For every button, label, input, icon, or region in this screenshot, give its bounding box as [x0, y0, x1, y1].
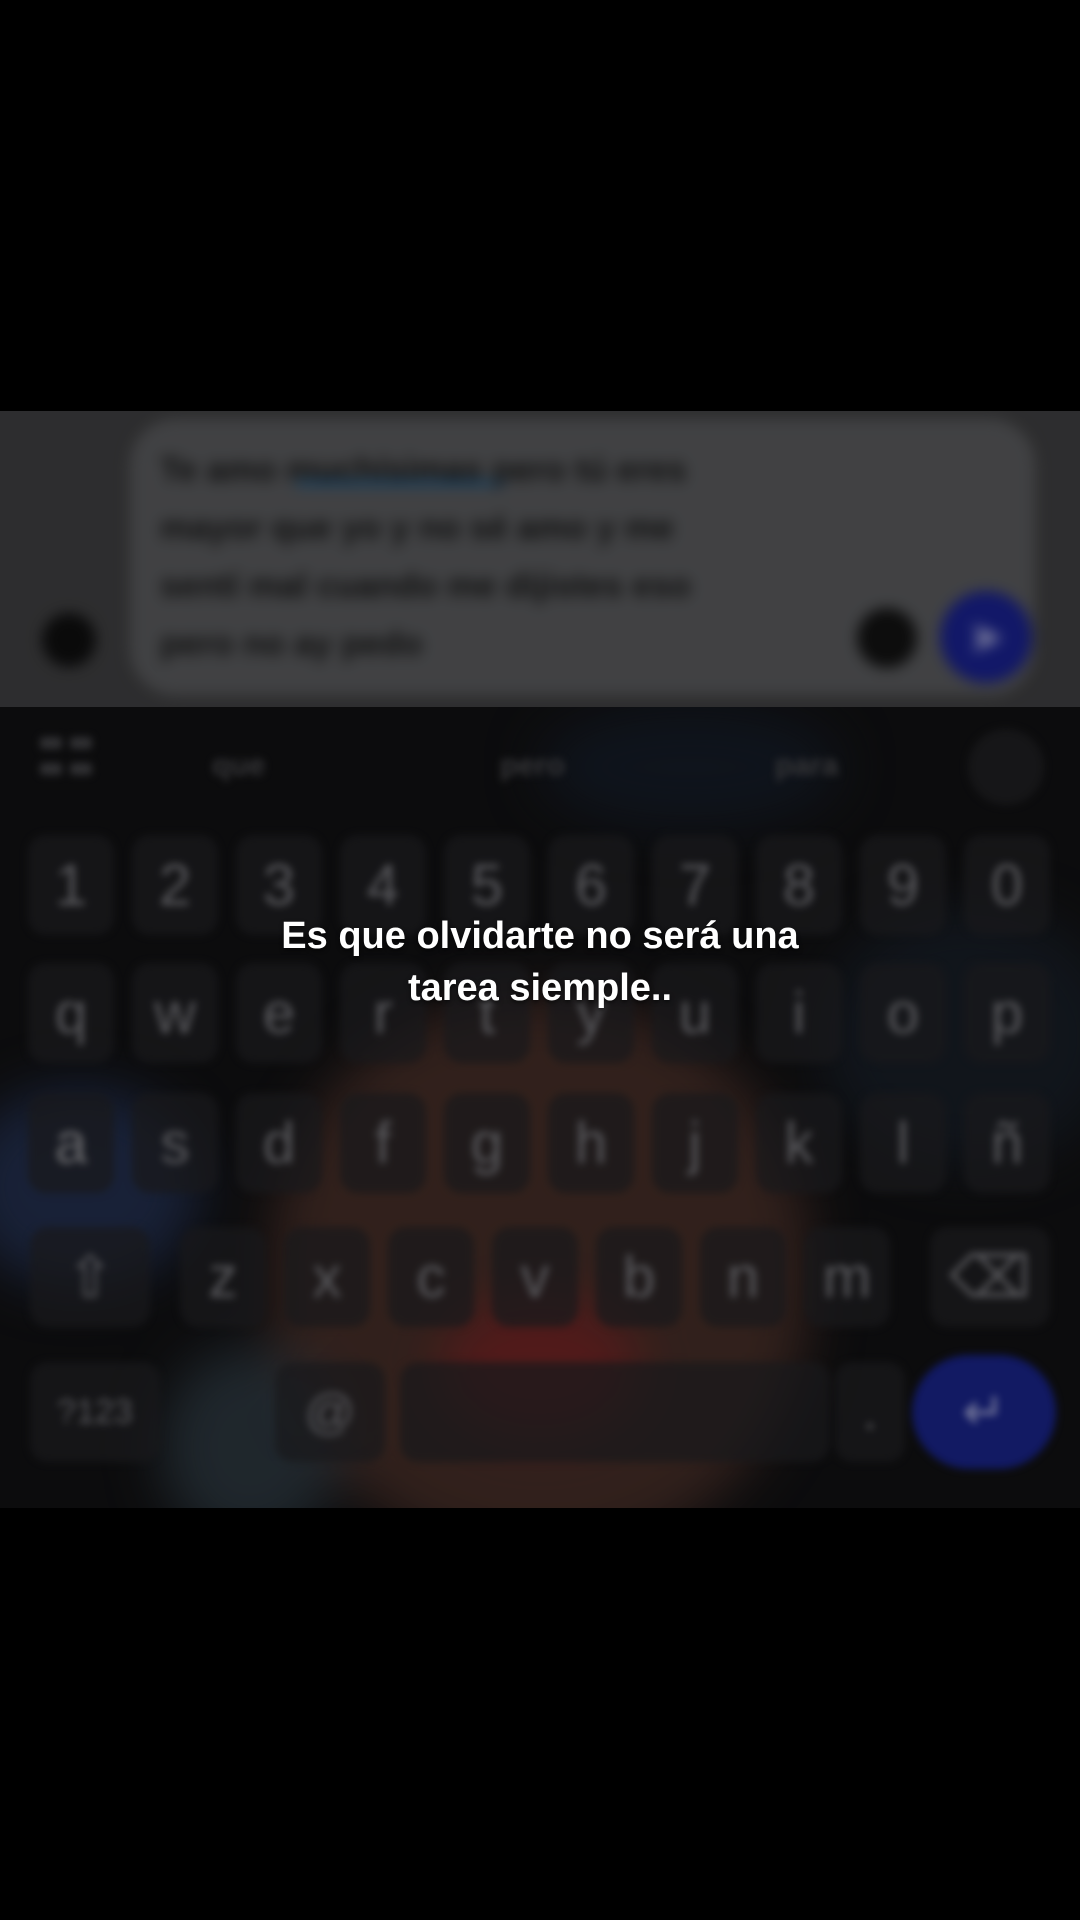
caption-line: Es que olvidarte no será una — [281, 915, 799, 957]
caption-line: tarea siemple.. — [407, 967, 673, 1009]
video-caption: Es que olvidarte no será una tarea siemp… — [0, 910, 1080, 1014]
